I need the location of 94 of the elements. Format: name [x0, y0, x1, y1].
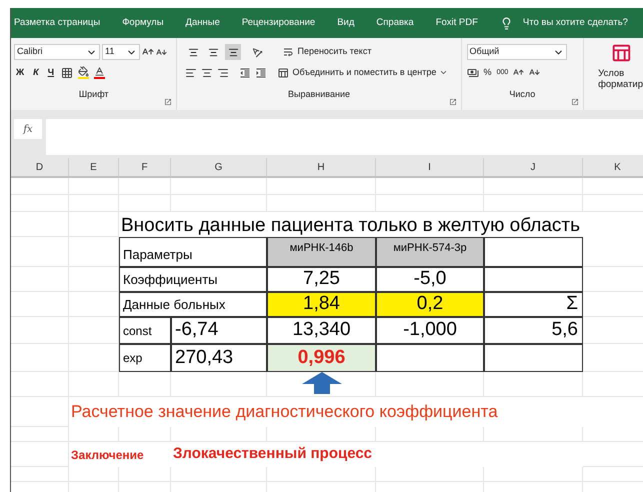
table-cell: Σ — [484, 292, 583, 317]
table-cell: 0,996 — [267, 344, 376, 372]
merge-center-button[interactable]: Объединить и поместить в центре — [292, 66, 436, 80]
table-cell: 5,6 — [484, 317, 583, 344]
sheet-cell[interactable] — [267, 178, 376, 195]
dialog-launcher-icon[interactable] — [164, 98, 172, 106]
column-header[interactable]: F — [119, 158, 171, 176]
font-size-dropdown[interactable]: 11 — [102, 44, 140, 60]
table-cell: -6,74 — [171, 317, 267, 344]
font-color-icon[interactable] — [94, 66, 106, 80]
align-right-icon[interactable] — [217, 66, 230, 79]
italic-button[interactable]: К — [31, 66, 41, 80]
increase-indent-icon[interactable] — [255, 66, 268, 79]
vertical-align-button[interactable] — [225, 44, 242, 60]
column-header[interactable]: K — [583, 158, 643, 176]
sheet-cell[interactable] — [11, 292, 69, 317]
decrease-font-icon[interactable] — [156, 46, 167, 58]
align-lines-icon — [208, 46, 219, 58]
sheet-cell[interactable] — [11, 267, 69, 292]
sheet-cell[interactable] — [11, 372, 69, 397]
column-header[interactable]: J — [484, 158, 583, 176]
table-cell: Параметры — [119, 237, 267, 267]
borders-icon[interactable] — [61, 66, 74, 79]
sheet-cell[interactable] — [376, 178, 484, 195]
ribbon-tab[interactable]: Foxit PDF — [436, 16, 478, 30]
sheet-cell[interactable] — [171, 178, 267, 195]
align-lines-icon — [228, 46, 239, 58]
sheet-cell[interactable] — [11, 344, 69, 372]
ribbon-tab[interactable]: Разметка страницы — [14, 16, 100, 30]
column-header[interactable]: I — [376, 158, 484, 176]
table-cell: Коэффициенты — [119, 267, 267, 292]
table-cell: миРНК-574-3р — [376, 237, 484, 267]
column-header[interactable]: D — [11, 158, 69, 176]
sheet-cell[interactable] — [484, 178, 583, 195]
fill-color-icon[interactable] — [78, 66, 90, 80]
decrease-indent-icon[interactable] — [239, 66, 252, 79]
function-button[interactable]: fx — [14, 119, 42, 139]
ribbon-tab[interactable]: Данные — [186, 16, 220, 30]
wrap-text-button[interactable]: Переносить текст — [297, 45, 372, 59]
text-orientation-icon[interactable] — [251, 46, 264, 58]
conditional-formatting-button[interactable]: Услов форматир — [598, 68, 643, 90]
group-label: Выравнивание — [288, 88, 350, 101]
sheet-cell[interactable] — [119, 178, 171, 195]
percent-button[interactable]: % — [484, 66, 492, 80]
table-cell: 270,43 — [171, 344, 267, 372]
ribbon-tab[interactable]: Формулы — [122, 16, 164, 30]
column-header[interactable]: H — [267, 158, 376, 176]
up-arrow-icon — [302, 372, 342, 394]
dialog-launcher-icon[interactable] — [448, 98, 457, 106]
table-cell: -1,000 — [376, 317, 484, 344]
sheet-cell[interactable] — [171, 195, 267, 212]
sheet-cell[interactable] — [11, 178, 69, 195]
formula-input[interactable] — [46, 119, 643, 155]
font-name-dropdown[interactable]: Calibri — [14, 44, 100, 60]
align-left-icon[interactable] — [185, 66, 198, 79]
table-cell: exp — [119, 344, 171, 372]
number-format-dropdown[interactable]: Общий — [466, 44, 567, 60]
table-cell: 1,84 — [267, 292, 376, 317]
table-cell: Данные больных — [119, 292, 267, 317]
table-cell: миРНК-146b — [267, 237, 376, 267]
sheet-cell[interactable] — [11, 467, 69, 482]
table-cell: 13,340 — [267, 317, 376, 344]
sheet-cell[interactable] — [11, 212, 69, 237]
ribbon-tab[interactable]: Рецензирование — [242, 16, 316, 30]
sheet-cell[interactable] — [376, 195, 484, 212]
table-cell: 0,2 — [376, 292, 484, 317]
table-cell: const — [119, 317, 171, 344]
dialog-launcher-icon[interactable] — [571, 98, 580, 106]
sheet-cell[interactable] — [69, 178, 119, 195]
lightbulb-icon[interactable] — [500, 16, 513, 30]
sheet-cell[interactable] — [484, 195, 583, 212]
currency-icon[interactable] — [466, 66, 479, 79]
underline-button[interactable]: Ч — [46, 66, 56, 80]
column-header[interactable]: E — [69, 158, 119, 176]
sheet-cell[interactable] — [119, 195, 171, 212]
group-label: Шрифт — [78, 88, 109, 101]
table-cell: -5,0 — [376, 267, 484, 292]
group-label: Число — [509, 88, 536, 100]
tell-me-field[interactable]: Что вы хотите сделать? — [522, 16, 628, 30]
wrap-text-icon[interactable] — [282, 46, 294, 58]
merge-cells-icon[interactable] — [277, 66, 290, 79]
bold-button[interactable]: Ж — [14, 66, 26, 80]
sheet-cell[interactable] — [69, 195, 119, 212]
sheet-cell[interactable] — [11, 237, 69, 267]
table-cell: 7,25 — [267, 267, 376, 292]
ribbon-tab[interactable]: Справка — [376, 16, 414, 30]
ribbon-tab[interactable]: Вид — [337, 16, 354, 30]
sheet-cell[interactable] — [11, 195, 69, 212]
column-header[interactable]: G — [171, 158, 267, 176]
align-center-icon[interactable] — [201, 66, 214, 79]
sheet-cell[interactable] — [267, 195, 376, 212]
sheet-cell[interactable] — [11, 317, 69, 344]
sheet-cell[interactable] — [11, 427, 69, 442]
align-lines-icon — [188, 46, 199, 58]
